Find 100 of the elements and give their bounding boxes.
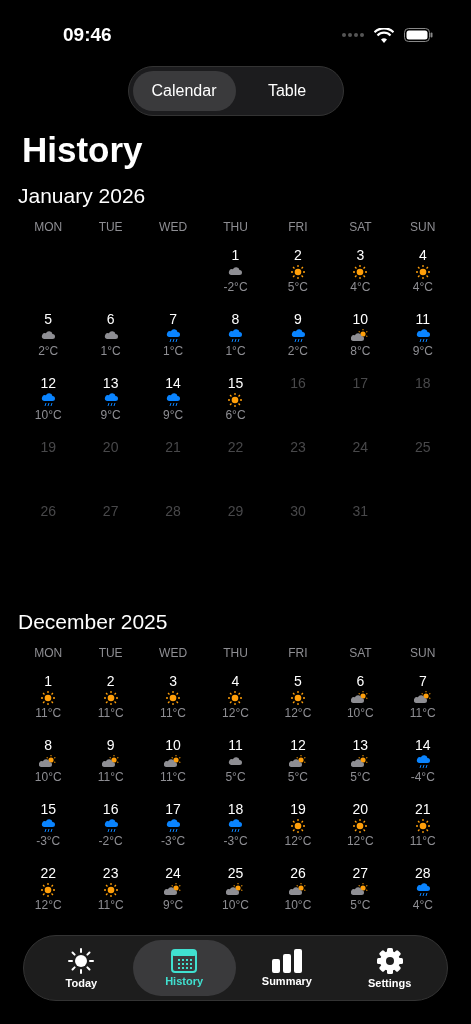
temperature: 9°C [412, 344, 433, 358]
weekday-label: SUN [409, 646, 437, 660]
weekday-label: TUE [97, 220, 124, 234]
rain-cloud-icon [227, 818, 244, 834]
temperature: 2°C [38, 344, 59, 358]
partly-cloudy-icon [288, 754, 307, 770]
day-number: 14 [415, 736, 431, 754]
sun-icon [352, 264, 369, 280]
day-number: 25 [227, 864, 244, 882]
day-number: 18 [415, 374, 431, 392]
segment-button[interactable]: Calendar [132, 71, 236, 111]
day-number: 12 [290, 736, 306, 754]
day-number: 5 [44, 310, 53, 328]
sun-icon [102, 882, 119, 898]
tab-button[interactable]: History [132, 940, 236, 996]
temperature: 11°C [97, 770, 124, 784]
weekday-label: MON [33, 220, 64, 234]
rain-cloud-icon [414, 328, 431, 344]
temperature: -2°C [223, 280, 248, 294]
sun-icon [414, 818, 431, 834]
day-number: 4 [418, 246, 427, 264]
day-number: 1 [44, 672, 53, 690]
month-title: December 2025 [18, 610, 169, 634]
temperature: -3°C [223, 834, 248, 848]
temperature: 11°C [160, 770, 186, 784]
temperature: 10°C [284, 898, 312, 912]
temperature: 11°C [97, 706, 124, 720]
battery-icon [404, 28, 433, 42]
sun-icon [289, 264, 306, 280]
sun-icon [102, 690, 119, 706]
tab-button[interactable]: Settings [338, 940, 441, 996]
day-number: 18 [227, 800, 244, 818]
sun-icon [289, 818, 306, 834]
day-number: 11 [228, 736, 243, 754]
day-number: 19 [40, 438, 56, 456]
rain-cloud-icon [165, 392, 182, 408]
sun-icon [414, 264, 431, 280]
temperature: 9°C [163, 898, 184, 912]
temperature: 10°C [346, 706, 374, 720]
rain-cloud-icon [102, 818, 119, 834]
temperature: -3°C [36, 834, 61, 848]
rain-cloud-icon [414, 882, 431, 898]
temperature: 4°C [412, 280, 433, 294]
temperature: 5°C [225, 770, 246, 784]
tab-button[interactable]: Summary [235, 940, 339, 996]
rain-cloud-icon [165, 818, 182, 834]
day-number: 20 [102, 438, 119, 456]
day-number: 7 [169, 310, 177, 328]
temperature: 5°C [350, 898, 371, 912]
day-number: 2 [294, 246, 302, 264]
temperature: 11°C [409, 834, 436, 848]
rain-cloud-icon [227, 328, 244, 344]
day-number: 21 [415, 800, 431, 818]
day-number: 15 [40, 800, 56, 818]
day-number: 6 [106, 310, 115, 328]
day-number: 25 [415, 438, 431, 456]
sun-icon [67, 947, 96, 975]
partly-cloudy-icon [351, 690, 370, 706]
day-number: 23 [290, 438, 306, 456]
day-number: 20 [352, 800, 369, 818]
temperature: 2°C [287, 344, 308, 358]
settings-icon [375, 947, 404, 975]
day-number: 22 [40, 864, 56, 882]
day-number: 7 [418, 672, 427, 690]
temperature: 5°C [287, 770, 308, 784]
temperature: 1°C [100, 344, 121, 358]
day-number: 22 [227, 438, 244, 456]
day-number: 28 [415, 864, 431, 882]
partly-cloudy-icon [101, 754, 120, 770]
weekday-label: SUN [409, 220, 437, 234]
temperature: 11°C [97, 898, 124, 912]
partly-cloudy-icon [351, 882, 370, 898]
temperature: 12°C [284, 706, 312, 720]
day-number: 10 [352, 310, 369, 328]
day-number: 13 [102, 374, 119, 392]
partly-cloudy-icon [413, 690, 432, 706]
sun-icon [289, 690, 306, 706]
weekday-label: THU [222, 646, 249, 660]
partly-cloudy-icon [351, 328, 370, 344]
day-number: 10 [165, 736, 181, 754]
sun-icon [352, 818, 369, 834]
temperature: 5°C [287, 280, 308, 294]
temperature: 10°C [222, 898, 249, 912]
rain-cloud-icon [102, 392, 119, 408]
weekday-label: WED [158, 646, 189, 660]
day-number: 3 [169, 672, 177, 690]
temperature: 6°C [225, 408, 246, 422]
wifi-icon [374, 27, 394, 43]
day-number: 21 [165, 438, 181, 456]
partly-cloudy-icon [39, 754, 58, 770]
partly-cloudy-icon [288, 882, 307, 898]
day-number: 28 [165, 502, 181, 520]
day-number: 26 [40, 502, 56, 520]
bar-chart-icon [270, 949, 303, 973]
day-number: 29 [227, 502, 244, 520]
temperature: 12°C [222, 706, 249, 720]
day-number: 5 [294, 672, 302, 690]
segment-button[interactable]: Table [235, 71, 339, 111]
sun-icon [40, 690, 57, 706]
tab-button[interactable]: Today [30, 940, 133, 996]
